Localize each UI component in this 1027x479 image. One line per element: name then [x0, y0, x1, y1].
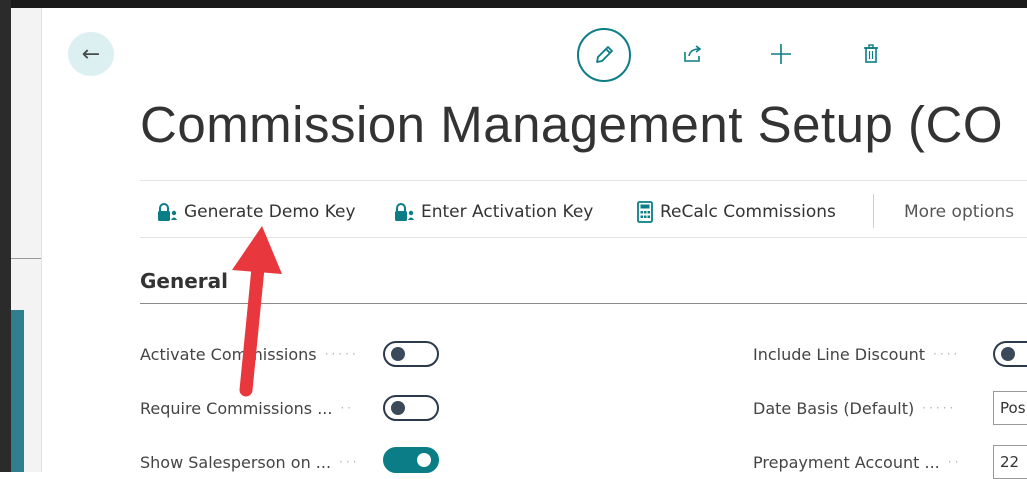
annotation-arrow-icon: [232, 226, 282, 397]
